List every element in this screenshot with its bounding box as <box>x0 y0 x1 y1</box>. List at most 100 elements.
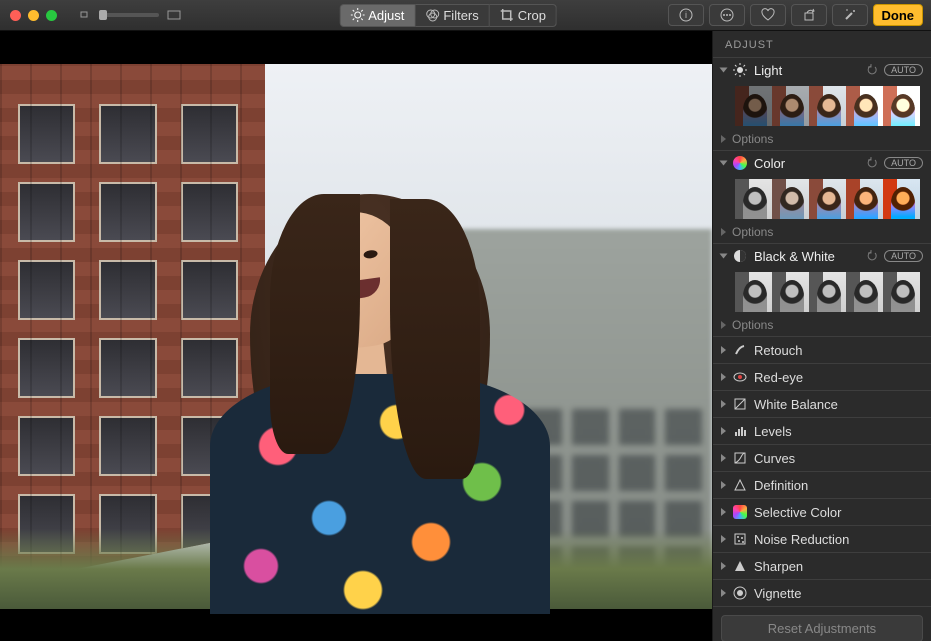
section-definition-label: Definition <box>754 478 923 493</box>
done-button[interactable]: Done <box>873 4 924 26</box>
chevron-right-icon <box>721 400 726 408</box>
rotate-button[interactable] <box>791 4 827 26</box>
section-redeye-label: Red-eye <box>754 370 923 385</box>
chevron-right-icon <box>721 589 726 597</box>
auto-color-button[interactable]: AUTO <box>884 157 923 169</box>
section-light-label: Light <box>754 63 860 78</box>
section-wb-label: White Balance <box>754 397 923 412</box>
reset-bw-button[interactable] <box>866 250 878 262</box>
auto-light-button[interactable]: AUTO <box>884 64 923 76</box>
light-thumb-strip[interactable] <box>713 82 931 130</box>
close-window-button[interactable] <box>10 10 21 21</box>
options-label: Options <box>732 132 773 146</box>
favorite-button[interactable] <box>750 4 786 26</box>
bw-icon <box>732 248 748 264</box>
section-vignette[interactable]: Vignette <box>713 580 931 607</box>
section-curves[interactable]: Curves <box>713 445 931 472</box>
chevron-right-icon <box>721 481 726 489</box>
curves-icon <box>732 450 748 466</box>
section-selective-label: Selective Color <box>754 505 923 520</box>
options-label: Options <box>732 225 773 239</box>
chevron-right-icon <box>721 562 726 570</box>
light-icon <box>732 62 748 78</box>
reset-adjustments-button[interactable]: Reset Adjustments <box>721 615 923 641</box>
reset-light-button[interactable] <box>866 64 878 76</box>
chevron-right-icon <box>721 373 726 381</box>
section-retouch[interactable]: Retouch <box>713 337 931 364</box>
section-levels[interactable]: Levels <box>713 418 931 445</box>
chevron-right-icon <box>721 321 726 329</box>
crop-icon <box>500 8 514 22</box>
section-retouch-label: Retouch <box>754 343 923 358</box>
info-button[interactable]: i <box>668 4 704 26</box>
zoom-slider[interactable] <box>99 13 159 17</box>
bw-thumb-strip[interactable] <box>713 268 931 316</box>
section-vignette-label: Vignette <box>754 586 923 601</box>
edit-mode-tabs: Adjust Filters Crop <box>339 4 557 27</box>
window-controls <box>10 10 57 21</box>
options-label: Options <box>732 318 773 332</box>
color-icon <box>732 155 748 171</box>
definition-icon <box>732 477 748 493</box>
zoom-fit-icon[interactable] <box>167 10 181 20</box>
main: ADJUST Light AUTO Options <box>0 31 931 641</box>
section-color: Color AUTO Options <box>713 151 931 244</box>
options-bw[interactable]: Options <box>713 316 931 336</box>
section-wb[interactable]: White Balance <box>713 391 931 418</box>
chevron-right-icon <box>721 135 726 143</box>
zoom-out-icon[interactable] <box>77 10 91 20</box>
reset-color-button[interactable] <box>866 157 878 169</box>
section-color-label: Color <box>754 156 860 171</box>
section-bw-header[interactable]: Black & White AUTO <box>713 244 931 268</box>
reset-adjustments-label: Reset Adjustments <box>768 621 876 636</box>
section-definition[interactable]: Definition <box>713 472 931 499</box>
tab-adjust-label: Adjust <box>368 8 404 23</box>
section-bw: Black & White AUTO Options <box>713 244 931 337</box>
more-button[interactable] <box>709 4 745 26</box>
tab-crop[interactable]: Crop <box>490 4 557 27</box>
section-light: Light AUTO Options <box>713 58 931 151</box>
titlebar: Adjust Filters Crop i Done <box>0 0 931 31</box>
minimize-window-button[interactable] <box>28 10 39 21</box>
section-noise[interactable]: Noise Reduction <box>713 526 931 553</box>
redeye-icon <box>732 369 748 385</box>
tab-filters-label: Filters <box>443 8 478 23</box>
adjust-icon <box>350 8 364 22</box>
section-color-header[interactable]: Color AUTO <box>713 151 931 175</box>
chevron-right-icon <box>721 454 726 462</box>
tab-adjust[interactable]: Adjust <box>339 4 415 27</box>
tab-filters[interactable]: Filters <box>415 4 489 27</box>
adjust-sidebar: ADJUST Light AUTO Options <box>712 31 931 641</box>
section-light-header[interactable]: Light AUTO <box>713 58 931 82</box>
enhance-button[interactable] <box>832 4 868 26</box>
chevron-down-icon <box>720 254 728 259</box>
toolbar-right: i Done <box>668 4 924 26</box>
chevron-right-icon <box>721 228 726 236</box>
auto-bw-button[interactable]: AUTO <box>884 250 923 262</box>
sharpen-icon <box>732 558 748 574</box>
options-color[interactable]: Options <box>713 223 931 243</box>
retouch-icon <box>732 342 748 358</box>
section-selective[interactable]: Selective Color <box>713 499 931 526</box>
fullscreen-window-button[interactable] <box>46 10 57 21</box>
section-bw-label: Black & White <box>754 249 860 264</box>
vignette-icon <box>732 585 748 601</box>
section-sharpen[interactable]: Sharpen <box>713 553 931 580</box>
chevron-down-icon <box>720 161 728 166</box>
levels-icon <box>732 423 748 439</box>
sidebar-title: ADJUST <box>713 31 931 58</box>
section-redeye[interactable]: Red-eye <box>713 364 931 391</box>
zoom-controls <box>77 10 181 20</box>
section-levels-label: Levels <box>754 424 923 439</box>
done-label: Done <box>882 8 915 23</box>
chevron-right-icon <box>721 427 726 435</box>
section-noise-label: Noise Reduction <box>754 532 923 547</box>
chevron-right-icon <box>721 346 726 354</box>
options-light[interactable]: Options <box>713 130 931 150</box>
noise-icon <box>732 531 748 547</box>
svg-text:i: i <box>685 10 687 20</box>
color-thumb-strip[interactable] <box>713 175 931 223</box>
chevron-right-icon <box>721 535 726 543</box>
chevron-right-icon <box>721 508 726 516</box>
photo-canvas[interactable] <box>0 31 712 641</box>
